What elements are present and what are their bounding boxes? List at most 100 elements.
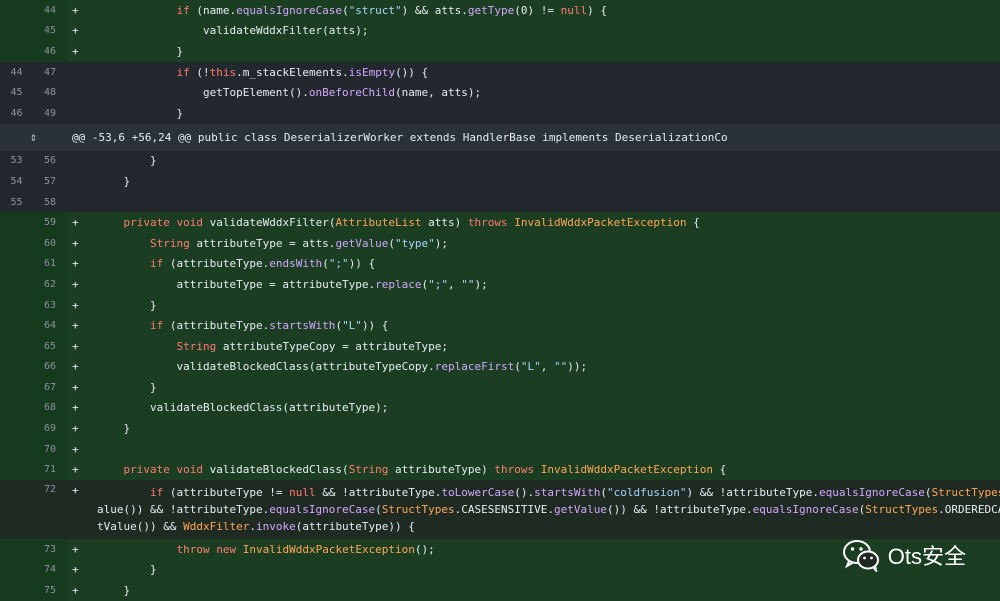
old-line-number[interactable] bbox=[0, 20, 33, 42]
diff-marker: + bbox=[72, 401, 79, 415]
diff-marker: + bbox=[72, 422, 79, 436]
diff-marker: + bbox=[72, 277, 79, 291]
old-line-number[interactable]: 54 bbox=[0, 171, 33, 192]
diff-rows: 44 + if (name.equalsIgnoreCase("struct") … bbox=[0, 0, 1000, 601]
new-line-number[interactable]: 70 bbox=[33, 438, 67, 460]
diff-line: 69 + } bbox=[0, 418, 1000, 439]
old-line-number[interactable] bbox=[0, 294, 33, 316]
diff-line: 46 49 } bbox=[0, 102, 1000, 124]
new-line-number[interactable]: 71 bbox=[33, 459, 67, 481]
diff-line: 71 + private void validateBlockedClass(St… bbox=[0, 459, 1000, 481]
new-line-number[interactable]: 64 bbox=[33, 315, 67, 336]
code-text: } bbox=[97, 154, 157, 168]
old-line-number[interactable] bbox=[0, 438, 33, 460]
diff-marker: + bbox=[72, 236, 79, 250]
old-line-number[interactable] bbox=[0, 559, 33, 581]
old-line-number[interactable]: 45 bbox=[0, 82, 33, 103]
diff-line: 46 + } bbox=[0, 41, 1000, 62]
watermark-text: Ots安全 bbox=[887, 544, 966, 569]
diff-marker: + bbox=[72, 584, 79, 598]
new-line-number[interactable]: 74 bbox=[33, 559, 67, 581]
diff-line: 55 58 bbox=[0, 191, 1000, 213]
old-line-number[interactable] bbox=[0, 335, 33, 357]
old-line-number[interactable]: 55 bbox=[0, 191, 33, 213]
new-line-number[interactable]: 69 bbox=[33, 418, 67, 439]
old-line-number[interactable]: 46 bbox=[0, 102, 33, 124]
new-line-number[interactable]: 60 bbox=[33, 232, 67, 254]
code-text: attributeType = attributeType.replace(";… bbox=[97, 277, 488, 291]
new-line-number[interactable]: 73 bbox=[33, 539, 67, 560]
diff-line: 67 + } bbox=[0, 377, 1000, 398]
code-text: String attributeType = atts.getValue("ty… bbox=[149, 236, 449, 250]
diff-line: 70 + bbox=[0, 438, 1000, 460]
diff-marker: + bbox=[72, 257, 79, 271]
new-line-number[interactable]: 57 bbox=[33, 171, 67, 192]
old-line-number[interactable] bbox=[0, 232, 33, 254]
old-line-number[interactable] bbox=[0, 212, 33, 233]
new-line-number[interactable]: 61 bbox=[33, 253, 67, 275]
diff-line: 53 56 } bbox=[0, 150, 1000, 172]
old-line-number[interactable] bbox=[0, 274, 33, 295]
code-text: } bbox=[97, 106, 184, 120]
diff-marker: + bbox=[72, 442, 79, 456]
old-line-number[interactable]: 44 bbox=[0, 61, 33, 83]
new-line-number[interactable]: 49 bbox=[33, 102, 67, 124]
diff-line: 60 + String attributeType = atts.getValue… bbox=[0, 232, 1000, 254]
diff-marker: + bbox=[72, 319, 79, 333]
new-line-number[interactable]: 72 bbox=[33, 480, 67, 539]
old-line-number[interactable] bbox=[0, 418, 33, 439]
new-line-number[interactable]: 48 bbox=[33, 82, 67, 103]
code-text: } bbox=[97, 422, 131, 436]
code-text: getTopElement().onBeforeChild(name, atts… bbox=[97, 86, 482, 100]
watermark: Ots安全 bbox=[842, 538, 966, 572]
new-line-number[interactable]: 62 bbox=[33, 274, 67, 295]
old-line-number[interactable] bbox=[0, 397, 33, 419]
new-line-number[interactable]: 65 bbox=[33, 335, 67, 357]
old-line-number[interactable] bbox=[0, 480, 33, 539]
code-text: private void validateBlockedClass(String… bbox=[123, 463, 727, 477]
new-line-number[interactable]: 75 bbox=[33, 580, 67, 601]
diff-marker: + bbox=[72, 24, 79, 38]
diff-line: 45 48 getTopElement().onBeforeChild(name,… bbox=[0, 82, 1000, 103]
new-line-number[interactable]: 63 bbox=[33, 294, 67, 316]
old-line-number[interactable]: 53 bbox=[0, 150, 33, 172]
new-line-number[interactable]: 58 bbox=[33, 191, 67, 213]
new-line-number[interactable]: 68 bbox=[33, 397, 67, 419]
old-line-number[interactable] bbox=[0, 459, 33, 481]
diff-marker: + bbox=[72, 3, 79, 17]
old-line-number[interactable] bbox=[0, 539, 33, 560]
diff-view: 44 + if (name.equalsIgnoreCase("struct") … bbox=[0, 0, 1000, 601]
code-text: } bbox=[97, 44, 184, 58]
old-line-number[interactable] bbox=[0, 315, 33, 336]
code-text: } bbox=[97, 584, 131, 598]
diff-marker: + bbox=[72, 339, 79, 353]
new-line-number[interactable]: 44 bbox=[33, 0, 67, 21]
expand-button[interactable]: ⇕ bbox=[0, 123, 67, 151]
old-line-number[interactable] bbox=[0, 377, 33, 398]
diff-line: 66 + validateBlockedClass(attributeTypeCo… bbox=[0, 356, 1000, 378]
old-line-number[interactable] bbox=[0, 253, 33, 275]
new-line-number[interactable]: 45 bbox=[33, 20, 67, 42]
diff-line: 72 + if (attributeType != null && !attrib… bbox=[0, 480, 1000, 539]
new-line-number[interactable]: 46 bbox=[33, 41, 67, 62]
diff-marker: + bbox=[72, 298, 79, 312]
old-line-number[interactable] bbox=[0, 356, 33, 378]
diff-marker: + bbox=[72, 360, 79, 374]
new-line-number[interactable]: 56 bbox=[33, 150, 67, 172]
new-line-number[interactable]: 47 bbox=[33, 61, 67, 83]
diff-line: 61 + if (attributeType.endsWith(";")) { bbox=[0, 253, 1000, 275]
diff-line: 75 + } bbox=[0, 580, 1000, 601]
old-line-number[interactable] bbox=[0, 0, 33, 21]
old-line-number[interactable] bbox=[0, 580, 33, 601]
diff-marker: + bbox=[72, 216, 79, 230]
diff-line: 59 + private void validateWddxFilter(Attr… bbox=[0, 212, 1000, 233]
diff-marker: + bbox=[72, 484, 79, 498]
diff-marker: + bbox=[72, 380, 79, 394]
code-text: } bbox=[97, 174, 131, 188]
code-text: } bbox=[97, 380, 157, 394]
new-line-number[interactable]: 66 bbox=[33, 356, 67, 378]
new-line-number[interactable]: 59 bbox=[33, 212, 67, 233]
new-line-number[interactable]: 67 bbox=[33, 377, 67, 398]
old-line-number[interactable] bbox=[0, 41, 33, 62]
hunk-text: @@ -53,6 +56,24 @@ public class Deserial… bbox=[72, 130, 728, 144]
